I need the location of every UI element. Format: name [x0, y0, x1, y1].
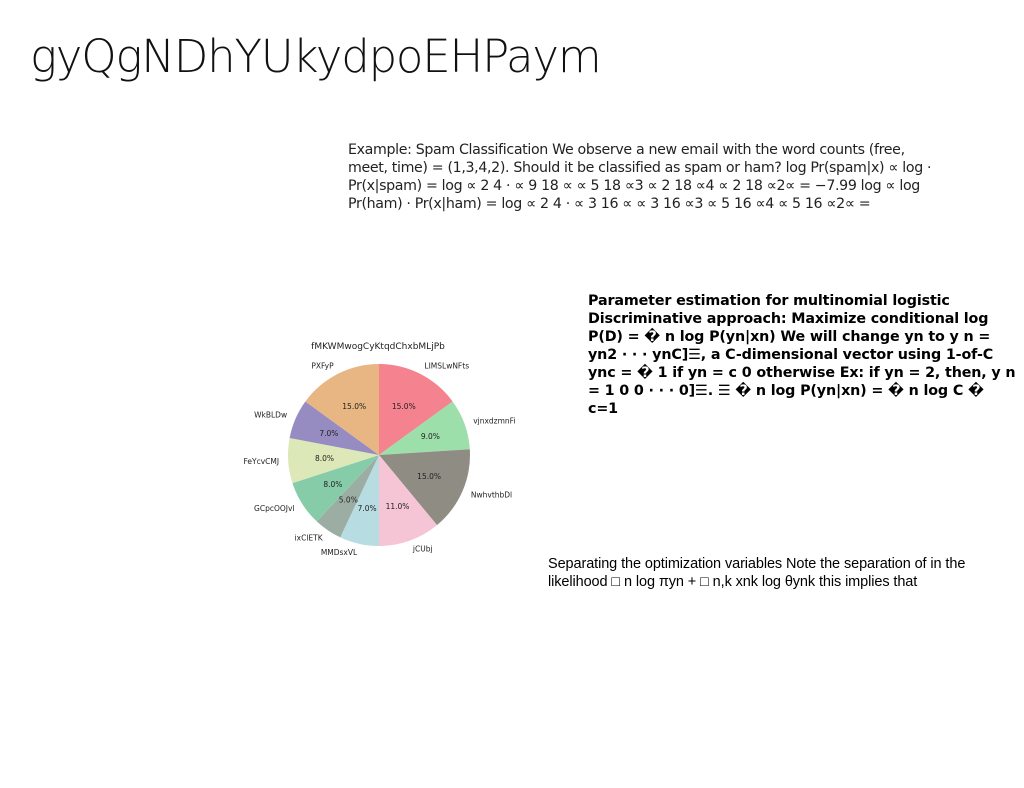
pie-slice-percent-gcpcoojvl: 8.0% — [323, 480, 342, 489]
pie-slice-percent-mmdsxvl: 7.0% — [358, 504, 377, 513]
pie-slice-label-mmdsxvl: MMDsxVL — [321, 548, 358, 557]
pie-slice-label-pxfyp: PXFyP — [311, 361, 334, 370]
slide-title: gyQgNDhYUkydpoEHPaym — [30, 30, 602, 83]
pie-slice-percent-jcubj: 11.0% — [386, 502, 410, 511]
pie-slice-percent-limslwnfts: 15.0% — [392, 402, 416, 411]
pie-slice-percent-nwhvthbdl: 15.0% — [417, 472, 441, 481]
example-text-block: Example: Spam Classification We observe … — [348, 142, 932, 212]
pie-slice-label-nwhvthbdl: NwhvthbDl — [471, 490, 512, 499]
pie-slice-label-gcpcoojvl: GCpcOOJvl — [254, 504, 294, 513]
pie-slice-percent-feycvcmj: 8.0% — [315, 454, 334, 463]
pie-slice-percent-vjnxdzmnfi: 9.0% — [421, 432, 440, 441]
pie-slice-percent-ixcletk: 5.0% — [339, 496, 358, 505]
pie-slice-label-jcubj: jCUbj — [412, 545, 433, 554]
pie-chart: fMKWMwogCyKtqdChxbMLjPb 15.0% LIMSLwNFts 9… — [230, 330, 530, 585]
pie-chart-svg: fMKWMwogCyKtqdChxbMLjPb 15.0% LIMSLwNFts 9… — [244, 342, 516, 557]
pie-slice-label-limslwnfts: LIMSLwNFts — [424, 361, 469, 370]
parameter-estimation-text-block: Parameter estimation for multinomial log… — [588, 293, 1016, 417]
pie-slice-label-vjnxdzmnfi: vjnxdzmnFi — [473, 417, 515, 426]
pie-slice-label-feycvcmj: FeYcvCMJ — [244, 457, 280, 466]
pie-slice-label-ixcletk: ixClETK — [295, 533, 324, 542]
pie-slice-percent-wkbldw: 7.0% — [319, 429, 338, 438]
pie-slice-percent-pxfyp: 15.0% — [342, 402, 366, 411]
chart-title: fMKWMwogCyKtqdChxbMLjPb — [311, 342, 445, 352]
pie-slice-label-wkbldw: WkBLDw — [254, 411, 287, 420]
separating-variables-text-block: Separating the optimization variables No… — [548, 556, 966, 590]
